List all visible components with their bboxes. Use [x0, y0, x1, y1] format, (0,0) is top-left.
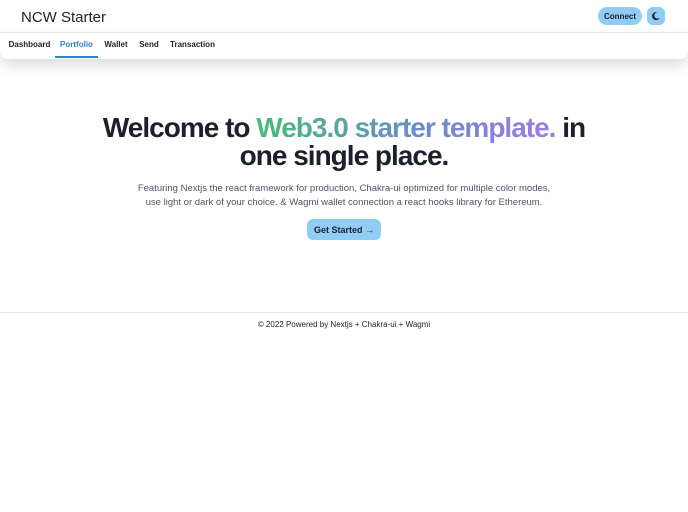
hero-title-end: one single place.: [239, 140, 450, 171]
top-bar: NCW Starter Connect: [0, 0, 688, 33]
get-started-button[interactable]: Get Started →: [307, 219, 381, 240]
connect-wallet-button[interactable]: Connect: [598, 7, 642, 25]
brand-title: NCW Starter: [21, 9, 107, 26]
hero-title-connector: in: [555, 112, 586, 143]
footer-text: © 2022 Powered by Nextjs + Chakra-ui + W…: [257, 320, 431, 329]
hero-description: Featuring Nextjs the react framework for…: [137, 183, 551, 208]
tab-send[interactable]: Send: [137, 33, 161, 58]
tab-bar: Dashboard Portfolio Wallet Send Transact…: [0, 33, 688, 59]
moon-icon: [651, 9, 661, 24]
hero-title: Welcome to Web3.0 starter template. in on…: [0, 114, 688, 170]
theme-toggle-button[interactable]: [647, 7, 665, 25]
hero-title-highlight: Web3.0 starter template.: [256, 112, 556, 143]
tab-portfolio[interactable]: Portfolio: [55, 33, 98, 58]
footer-divider: [0, 312, 688, 313]
tab-wallet[interactable]: Wallet: [102, 33, 130, 58]
tab-transaction[interactable]: Transaction: [169, 33, 216, 58]
hero-title-start: Welcome to: [102, 112, 257, 143]
tab-dashboard[interactable]: Dashboard: [8, 33, 51, 58]
